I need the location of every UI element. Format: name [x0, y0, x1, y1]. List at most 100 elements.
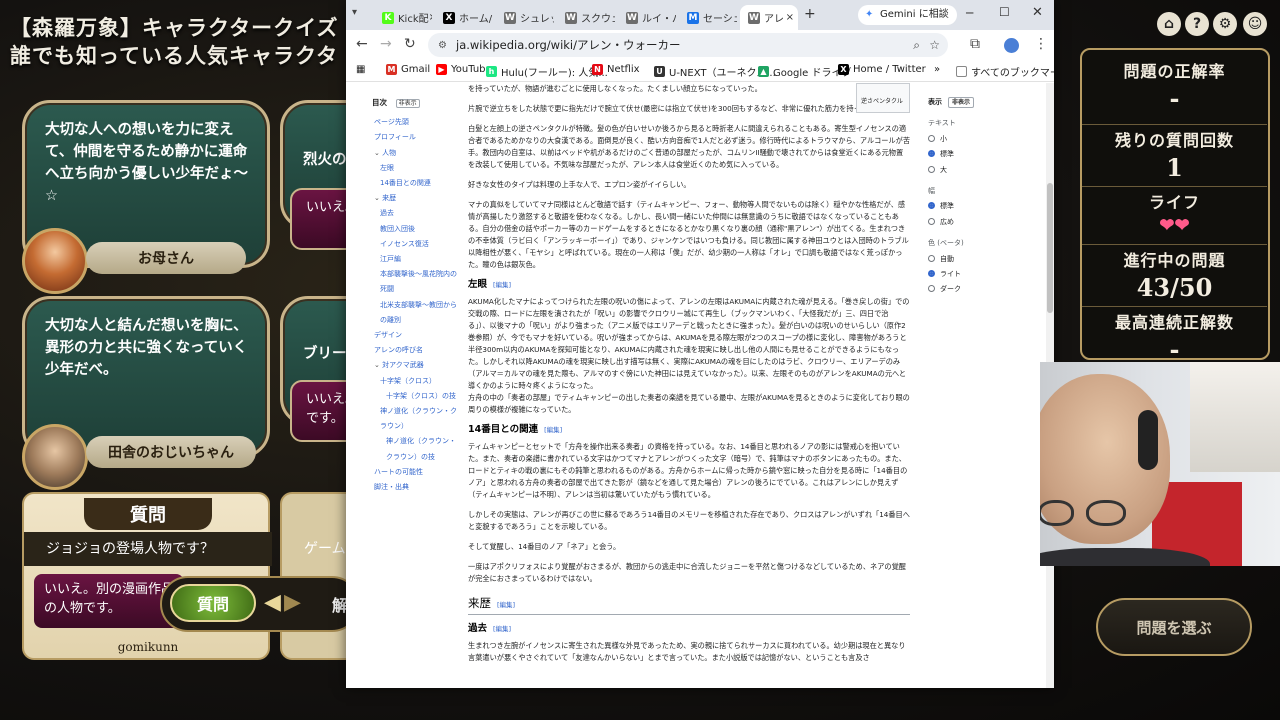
- discord-icon[interactable]: ☺: [1243, 12, 1267, 36]
- toc-item[interactable]: 教団入団後: [372, 222, 462, 237]
- toc-item[interactable]: プロフィール: [372, 130, 462, 145]
- toc-item[interactable]: 本部襲撃後〜風花院内の死闘: [372, 267, 462, 297]
- tab-search-icon[interactable]: ▾: [352, 7, 372, 23]
- back-icon[interactable]: ←: [356, 36, 368, 52]
- site-info-icon[interactable]: ⚙: [438, 40, 447, 51]
- browser-tab[interactable]: K Kick配×: [374, 5, 432, 30]
- home-icon[interactable]: ⌂: [1157, 12, 1181, 36]
- tab-close-icon[interactable]: ×: [786, 12, 794, 23]
- menu-icon[interactable]: ⋮: [1034, 36, 1048, 52]
- toc-item[interactable]: 十字架（クロス）: [372, 374, 462, 389]
- stat-correct-rate: 問題の正解率 -: [1082, 58, 1267, 113]
- appearance-option[interactable]: ライト: [928, 267, 1018, 282]
- forward-icon[interactable]: →: [380, 36, 392, 52]
- toc-item[interactable]: 左眼: [372, 161, 462, 176]
- toc-hide-button[interactable]: 非表示: [395, 99, 420, 108]
- apps-grid-icon[interactable]: ▦: [356, 64, 365, 75]
- bookmark-icon: ▶: [436, 64, 447, 75]
- para-1: 片腕で逆立ちをした状態で更に指先だけで腕立て伏せ(最密には指立て伏せ)を300回…: [468, 104, 890, 113]
- maximize-icon[interactable]: ☐: [999, 5, 1010, 19]
- toc-item[interactable]: ⌄ 人物: [372, 146, 462, 161]
- toc-expand-icon[interactable]: ⌄: [374, 149, 382, 157]
- radio-icon[interactable]: [928, 165, 935, 173]
- appearance-hide-button[interactable]: 非表示: [948, 97, 975, 108]
- bookmark-item[interactable]: N Netflix: [592, 64, 640, 75]
- toc-item[interactable]: イノセンス復活: [372, 237, 462, 252]
- appearance-option-label: 自動: [940, 254, 954, 263]
- browser-tab[interactable]: Wルイ・パ×: [618, 5, 676, 30]
- minimize-icon[interactable]: ─: [966, 6, 973, 20]
- toc-expand-icon[interactable]: ⌄: [374, 194, 382, 202]
- toc-item[interactable]: デザイン: [372, 328, 462, 343]
- edit-link-past[interactable]: [編集]: [493, 625, 511, 633]
- toc-item[interactable]: 脚注・出典: [372, 480, 462, 495]
- zoom-search-icon[interactable]: ⌕: [913, 38, 920, 53]
- toc-item[interactable]: ハートの可能性: [372, 465, 462, 480]
- bookmark-item[interactable]: M Gmail: [386, 64, 430, 75]
- close-icon[interactable]: ✕: [1032, 5, 1043, 20]
- extensions-icon[interactable]: ⧉: [970, 36, 980, 52]
- help-icon[interactable]: ?: [1185, 12, 1209, 36]
- appearance-option[interactable]: 大: [928, 163, 1018, 178]
- ask-question-button[interactable]: 質問: [170, 584, 256, 622]
- reload-icon[interactable]: ↻: [404, 36, 416, 52]
- gemini-button[interactable]: ✦ Gemini に相談: [858, 5, 957, 25]
- scrollbar-thumb[interactable]: [1047, 183, 1053, 313]
- toc-item[interactable]: 過去: [372, 206, 462, 221]
- radio-icon[interactable]: [928, 217, 935, 225]
- bookmark-item[interactable]: ▶ YouTube: [436, 64, 492, 75]
- appearance-option[interactable]: 標準: [928, 199, 1018, 214]
- toc-item[interactable]: ページ先頭: [372, 115, 462, 130]
- browser-tab[interactable]: X ホーム/×: [435, 5, 493, 30]
- toc-item[interactable]: 北米支部襲撃〜教団からの離別: [372, 298, 462, 328]
- radio-icon[interactable]: [928, 254, 935, 262]
- bookmarks-more[interactable]: »: [934, 64, 940, 75]
- toc-item[interactable]: ⌄ 対アクマ武器: [372, 358, 462, 373]
- toc-item[interactable]: 江戸編: [372, 252, 462, 267]
- browser-tab[interactable]: Wスクウェ×: [557, 5, 615, 30]
- appearance-option[interactable]: 標準: [928, 147, 1018, 162]
- appearance-option[interactable]: ダーク: [928, 282, 1018, 297]
- settings-icon[interactable]: ⚙: [1213, 12, 1237, 36]
- radio-icon[interactable]: [928, 202, 935, 210]
- arrow-left-icon[interactable]: ◀: [264, 590, 281, 615]
- tab-favicon-icon: W: [565, 11, 577, 24]
- choose-problem-button[interactable]: 問題を選ぶ: [1096, 598, 1252, 656]
- para-0: を持っていたが、物語が進むごとに使用しなくなった。たくましい顔立ちになっていった…: [468, 84, 762, 93]
- tab-label: アレ: [764, 14, 784, 25]
- appearance-option[interactable]: 自動: [928, 252, 1018, 267]
- toc-item[interactable]: 神ノ道化（クラウン・クラウン）の技: [372, 434, 462, 464]
- tab-favicon-icon: K: [382, 11, 394, 24]
- browser-tab[interactable]: Wシュレッ×: [496, 5, 554, 30]
- edit-link-14th[interactable]: [編集]: [544, 426, 562, 434]
- edit-link-left-eye[interactable]: [編集]: [493, 281, 511, 289]
- browser-tab[interactable]: Mセーシェ×: [679, 5, 737, 30]
- toc-item[interactable]: アレンの呼び名: [372, 343, 462, 358]
- tab-close-icon[interactable]: ×: [492, 12, 493, 23]
- toc-item[interactable]: 14番目との関連: [372, 176, 462, 191]
- edit-link-history[interactable]: [編集]: [497, 601, 515, 609]
- toc-expand-icon[interactable]: ⌄: [374, 361, 382, 369]
- toc-item[interactable]: 十字架（クロス）の技: [372, 389, 462, 404]
- tab-close-icon[interactable]: ×: [429, 12, 432, 23]
- toc-item[interactable]: ⌄ 来歴: [372, 191, 462, 206]
- radio-icon[interactable]: [928, 270, 935, 278]
- heading-history-title: 来歴: [468, 596, 491, 610]
- toc-item-label: 本部襲撃後〜風花院内の死闘: [380, 270, 457, 294]
- radio-icon[interactable]: [928, 134, 935, 142]
- arrow-right-icon[interactable]: ▶: [284, 590, 301, 615]
- radio-icon[interactable]: [928, 285, 935, 293]
- appearance-option[interactable]: 小: [928, 132, 1018, 147]
- toc-item[interactable]: 神ノ道化（クラウン・クラウン）: [372, 404, 462, 434]
- browser-tab[interactable]: W アレ ×: [740, 5, 798, 30]
- profile-avatar[interactable]: [1004, 38, 1019, 53]
- bookmark-star-icon[interactable]: ☆: [929, 38, 940, 52]
- bookmark-item[interactable]: h Hulu(フールー): 人気...: [486, 64, 608, 79]
- appearance-option[interactable]: 広め: [928, 215, 1018, 230]
- bookmark-item[interactable]: X Home / Twitter: [838, 64, 926, 75]
- address-bar[interactable]: ⚙ ja.wikipedia.org/wiki/アレン・ウォーカー ⌕ ☆: [428, 33, 948, 57]
- appearance-option-label: ダーク: [940, 285, 961, 294]
- radio-icon[interactable]: [928, 150, 935, 158]
- new-tab-button[interactable]: +: [804, 6, 816, 22]
- all-bookmarks[interactable]: すべてのブックマーク: [956, 64, 1054, 79]
